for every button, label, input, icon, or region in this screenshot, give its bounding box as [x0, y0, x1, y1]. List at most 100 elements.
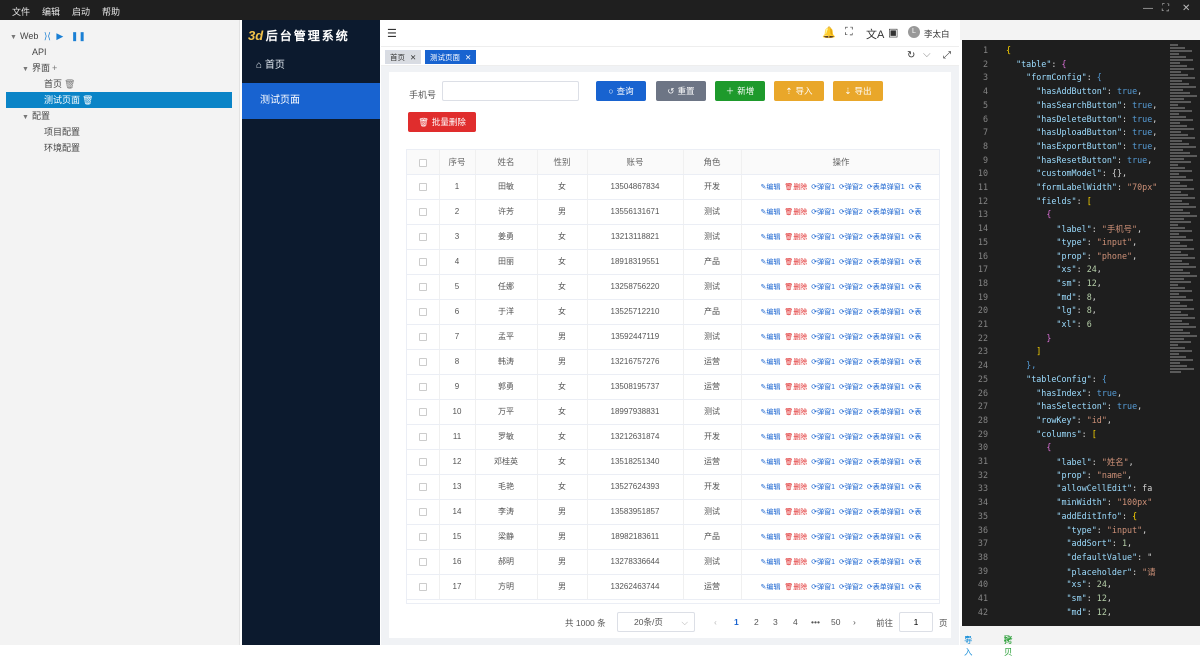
row-checkbox[interactable]	[407, 199, 440, 225]
form-popup1-action[interactable]: ⟳表单弹窗1	[867, 534, 905, 541]
form-popup1-action[interactable]: ⟳表单弹窗1	[867, 184, 905, 191]
popup2-action[interactable]: ⟳弹窗2	[839, 484, 863, 491]
popup1-action[interactable]: ⟳弹窗1	[811, 409, 835, 416]
next-page-icon[interactable]: ›	[853, 617, 856, 627]
bell-icon[interactable]: 🔔	[822, 26, 836, 39]
more-action[interactable]: ⟳表	[909, 309, 922, 316]
form-popup1-action[interactable]: ⟳表单弹窗1	[867, 384, 905, 391]
popup2-action[interactable]: ⟳弹窗2	[839, 334, 863, 341]
json-editor[interactable]: 1{2 "table": {3 "formConfig": {4 "hasAdd…	[962, 40, 1200, 626]
edit-action[interactable]: ✎编辑	[761, 459, 781, 466]
edit-action[interactable]: ✎编辑	[761, 259, 781, 266]
form-popup1-action[interactable]: ⟳表单弹窗1	[867, 484, 905, 491]
popup2-action[interactable]: ⟳弹窗2	[839, 409, 863, 416]
popup1-action[interactable]: ⟳弹窗1	[811, 484, 835, 491]
popup1-action[interactable]: ⟳弹窗1	[811, 534, 835, 541]
more-action[interactable]: ⟳表	[909, 559, 922, 566]
more-action[interactable]: ⟳表	[909, 459, 922, 466]
popup1-action[interactable]: ⟳弹窗1	[811, 584, 835, 591]
play-icon[interactable]: ▶	[56, 31, 63, 41]
edit-action[interactable]: ✎编辑	[761, 359, 781, 366]
vscode-icon[interactable]: ⟩⟨	[44, 31, 51, 41]
form-popup1-action[interactable]: ⟳表单弹窗1	[867, 209, 905, 216]
popup2-action[interactable]: ⟳弹窗2	[839, 209, 863, 216]
popup2-action[interactable]: ⟳弹窗2	[839, 534, 863, 541]
close-icon[interactable]: ✕	[465, 53, 471, 62]
popup2-action[interactable]: ⟳弹窗2	[839, 259, 863, 266]
page-1[interactable]: 1	[734, 617, 739, 627]
menu-fold-icon[interactable]: ☰	[387, 27, 397, 40]
more-action[interactable]: ⟳表	[909, 509, 922, 516]
form-popup1-action[interactable]: ⟳表单弹窗1	[867, 234, 905, 241]
tree-item-web[interactable]: ▼ Web ⟩⟨ ▶ ❚❚	[10, 28, 86, 44]
more-action[interactable]: ⟳表	[909, 359, 922, 366]
menu-launch[interactable]: 启动	[72, 5, 90, 18]
delete-action[interactable]: 🗑删除	[784, 184, 807, 191]
reset-button[interactable]: ↺ 重置	[656, 81, 706, 101]
edit-action[interactable]: ✎编辑	[761, 234, 781, 241]
popup1-action[interactable]: ⟳弹窗1	[811, 259, 835, 266]
more-action[interactable]: ⟳表	[909, 184, 922, 191]
page-size-select[interactable]: 20条/页 ⌵	[617, 612, 695, 632]
menu-edit[interactable]: 编辑	[42, 5, 60, 18]
nav-item-home[interactable]: ⌂ 首页	[242, 48, 380, 84]
popup2-action[interactable]: ⟳弹窗2	[839, 509, 863, 516]
user-name[interactable]: 李太白	[924, 28, 950, 40]
form-popup1-action[interactable]: ⟳表单弹窗1	[867, 309, 905, 316]
edit-action[interactable]: ✎编辑	[761, 284, 781, 291]
pause-icon[interactable]: ❚❚	[71, 31, 86, 41]
edit-action[interactable]: ✎编辑	[761, 409, 781, 416]
tree-item-home[interactable]: 首页 🗑	[44, 76, 75, 92]
popup2-action[interactable]: ⟳弹窗2	[839, 234, 863, 241]
edit-action[interactable]: ✎编辑	[761, 309, 781, 316]
delete-action[interactable]: 🗑删除	[784, 534, 807, 541]
fullscreen-icon[interactable]: ⛶	[845, 26, 853, 39]
search-button[interactable]: ○ 查询	[596, 81, 646, 101]
import-button[interactable]: ⇡ 导入	[774, 81, 824, 101]
delete-action[interactable]: 🗑删除	[784, 459, 807, 466]
row-checkbox[interactable]	[407, 399, 440, 425]
edit-action[interactable]: ✎编辑	[761, 559, 781, 566]
refresh-icon[interactable]: ↻	[907, 50, 915, 61]
form-popup1-action[interactable]: ⟳表单弹窗1	[867, 434, 905, 441]
edit-action[interactable]: ✎编辑	[761, 484, 781, 491]
popup1-action[interactable]: ⟳弹窗1	[811, 359, 835, 366]
more-action[interactable]: ⟳表	[909, 584, 922, 591]
chevron-down-icon[interactable]: ⌵	[923, 49, 931, 60]
popup1-action[interactable]: ⟳弹窗1	[811, 309, 835, 316]
delete-action[interactable]: 🗑删除	[784, 509, 807, 516]
popup1-action[interactable]: ⟳弹窗1	[811, 509, 835, 516]
delete-action[interactable]: 🗑删除	[784, 234, 807, 241]
form-popup1-action[interactable]: ⟳表单弹窗1	[867, 259, 905, 266]
row-checkbox[interactable]	[407, 324, 440, 350]
tree-item-project-config[interactable]: 项目配置	[44, 124, 80, 140]
export-button[interactable]: ⇣ 导出	[833, 81, 883, 101]
more-action[interactable]: ⟳表	[909, 284, 922, 291]
popup1-action[interactable]: ⟳弹窗1	[811, 434, 835, 441]
more-action[interactable]: ⟳表	[909, 409, 922, 416]
more-pages[interactable]: •••	[811, 617, 820, 627]
row-checkbox[interactable]	[407, 349, 440, 375]
close-icon[interactable]: ✕	[1182, 3, 1190, 14]
batch-delete-button[interactable]: 🗑 批量删除	[408, 112, 476, 132]
delete-action[interactable]: 🗑删除	[784, 434, 807, 441]
popup2-action[interactable]: ⟳弹窗2	[839, 459, 863, 466]
popup2-action[interactable]: ⟳弹窗2	[839, 434, 863, 441]
delete-action[interactable]: 🗑删除	[784, 409, 807, 416]
edit-action[interactable]: ✎编辑	[761, 584, 781, 591]
more-action[interactable]: ⟳表	[909, 209, 922, 216]
trash-icon[interactable]: 🗑	[82, 95, 93, 105]
popup2-action[interactable]: ⟳弹窗2	[839, 359, 863, 366]
row-checkbox[interactable]	[407, 574, 440, 600]
edit-action[interactable]: ✎编辑	[761, 534, 781, 541]
popup1-action[interactable]: ⟳弹窗1	[811, 209, 835, 216]
add-icon[interactable]: +	[52, 63, 57, 73]
more-action[interactable]: ⟳表	[909, 434, 922, 441]
popup1-action[interactable]: ⟳弹窗1	[811, 384, 835, 391]
tree-item-testpage[interactable]: 测试页面 🗑	[6, 92, 232, 108]
goto-page-input[interactable]	[899, 612, 933, 632]
popup2-action[interactable]: ⟳弹窗2	[839, 384, 863, 391]
nav-item-testpage[interactable]: 测试页面	[242, 83, 380, 119]
row-checkbox[interactable]	[407, 449, 440, 475]
delete-action[interactable]: 🗑删除	[784, 384, 807, 391]
